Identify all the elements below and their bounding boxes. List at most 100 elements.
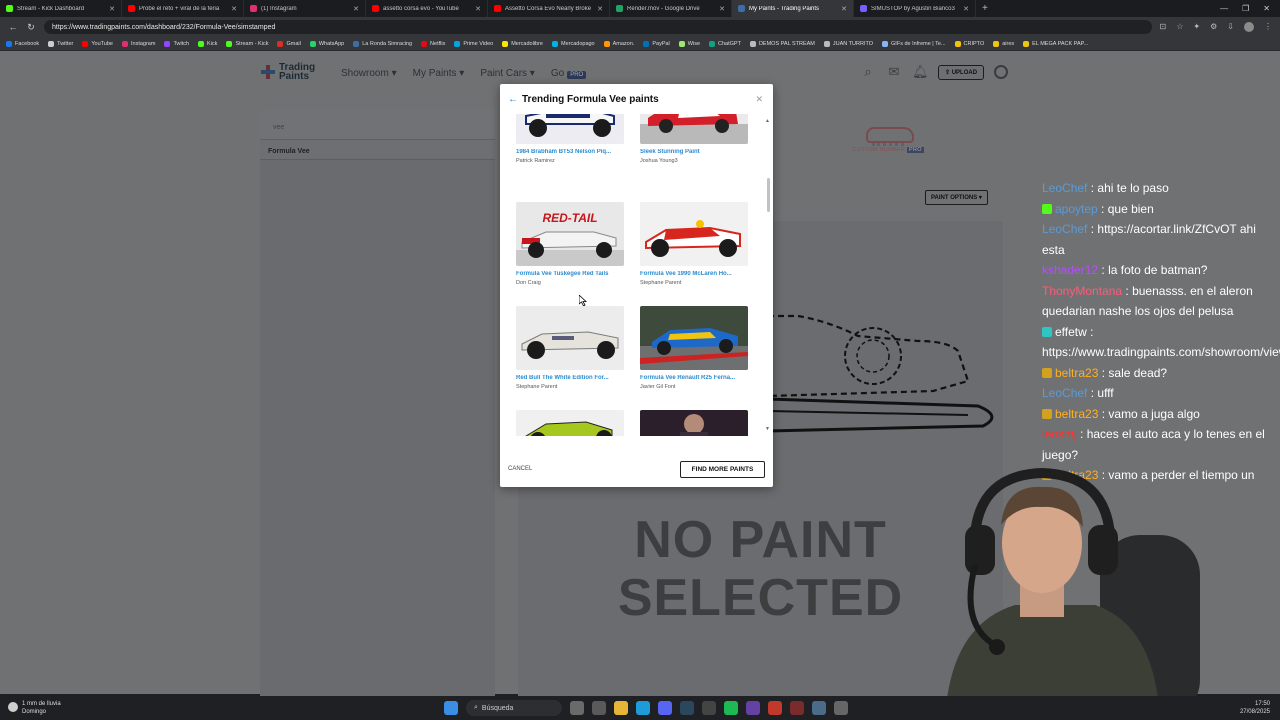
chat-username[interactable]: LeoChef (1042, 222, 1087, 236)
browser-tab-active[interactable]: My Paints - Trading Paints ✕ (732, 0, 854, 17)
trading-paints-logo[interactable]: Trading Paints (261, 63, 315, 82)
bookmark-item[interactable]: Twitch (164, 40, 189, 47)
chat-username[interactable]: ThonyMontana (1042, 284, 1122, 298)
bell-icon[interactable]: 🔔︎ (912, 64, 929, 80)
browser-tab[interactable]: Assetto Corsa Evo Nearly Broke ✕ (488, 0, 610, 17)
install-icon[interactable]: ⊡ (1160, 22, 1167, 32)
bookmark-item[interactable]: Mercadopago (551, 40, 595, 47)
taskbar-clock[interactable]: 17:50 27/08/2025 (1240, 700, 1270, 716)
nav-go[interactable]: Go PRO (551, 68, 587, 79)
app-icon[interactable] (702, 701, 716, 715)
paint-title[interactable]: 1984 Brabham BT53 Nelson Piq... (516, 149, 626, 155)
bookmark-item[interactable]: La Ronda Simracing (353, 40, 412, 47)
bookmark-item[interactable]: WhatsApp (309, 40, 344, 47)
bookmark-item[interactable]: CRIPTO (954, 40, 984, 47)
bookmark-item[interactable]: JUAN TURRITO (823, 40, 873, 47)
bookmark-item[interactable]: Wise (678, 40, 700, 47)
steam-icon[interactable] (680, 701, 694, 715)
bookmark-item[interactable]: Netflix (421, 40, 445, 47)
chat-username[interactable]: LeoChef (1042, 181, 1087, 195)
chat-username[interactable]: LeoChef (1042, 386, 1087, 400)
paint-card[interactable]: 1984 Brabham BT53 Nelson Piq... Patrick … (516, 114, 626, 178)
bookmark-item[interactable]: Mercadolibre (502, 40, 543, 47)
app-icon[interactable] (812, 701, 826, 715)
maximize-icon[interactable]: ❐ (1242, 4, 1249, 13)
bookmark-item[interactable]: Prime Video (454, 40, 493, 47)
chat-username[interactable]: kshader12 (1042, 263, 1098, 277)
browser-tab[interactable]: SIMUSTOP by Agustin Bianco3 ✕ (854, 0, 976, 17)
paint-options-button[interactable]: PAINT OPTIONS ▾ (925, 190, 988, 205)
app-icon[interactable] (746, 701, 760, 715)
paint-card[interactable] (640, 410, 750, 436)
find-more-paints-button[interactable]: FIND MORE PAINTS (680, 461, 765, 478)
chat-username[interactable]: beltra23 (1055, 366, 1098, 380)
bookmark-item[interactable]: Kick (198, 40, 217, 47)
close-tab-icon[interactable]: ✕ (719, 5, 725, 13)
spotify-icon[interactable] (724, 701, 738, 715)
bookmark-star-icon[interactable]: ☆ (1176, 22, 1183, 32)
widgets-icon[interactable] (570, 701, 584, 715)
paint-title[interactable]: Sleek Stunning Paint (640, 149, 750, 155)
bookmark-item[interactable]: ChatGPT (709, 40, 741, 47)
new-tab-icon[interactable]: + (976, 3, 994, 14)
custom-number-widget[interactable]: CUSTOM NUMBER PRO (846, 119, 930, 153)
back-icon[interactable]: ← (8, 22, 18, 32)
browser-tab[interactable]: Render.mov - Google Drive ✕ (610, 0, 732, 17)
close-tab-icon[interactable]: ✕ (475, 5, 481, 13)
car-list-item-formula-vee[interactable]: Formula Vee (260, 140, 495, 160)
nav-paint-cars[interactable]: Paint Cars ▾ (480, 68, 535, 79)
file-explorer-icon[interactable] (614, 701, 628, 715)
paint-card[interactable]: Red Bull The White Edition For... Stepha… (516, 306, 626, 404)
scrollbar-thumb[interactable] (767, 178, 770, 212)
bookmark-item[interactable]: Amazon. (603, 40, 634, 47)
paint-card[interactable]: Sleek Stunning Paint Joshua Young3 (640, 114, 750, 178)
windows-start-icon[interactable] (444, 701, 458, 715)
paint-title[interactable]: Formula Vee Tuskegee Red Tails (516, 271, 626, 277)
close-tab-icon[interactable]: ✕ (597, 5, 603, 13)
close-icon[interactable]: ✕ (755, 94, 763, 105)
scroll-up-icon[interactable]: ▲ (765, 118, 770, 124)
puzzle-icon[interactable]: ⚙ (1210, 22, 1217, 32)
settings-icon[interactable] (834, 701, 848, 715)
car-search-input[interactable]: vee (260, 110, 495, 140)
browser-tab[interactable]: assetto corsa evo - YouTube ✕ (366, 0, 488, 17)
paint-card[interactable]: RED-TAIL Formula Vee Tuskegee Red Tails … (516, 202, 626, 300)
upload-button[interactable]: ⇪ UPLOAD (938, 64, 985, 80)
minimize-icon[interactable]: — (1220, 4, 1228, 13)
browser-tab[interactable]: Probé el reto + viral de la feria ✕ (122, 0, 244, 17)
bookmark-item[interactable]: GIFs de Infreme | Te... (882, 40, 946, 47)
close-tab-icon[interactable]: ✕ (109, 5, 115, 13)
user-avatar[interactable] (994, 65, 1009, 79)
modal-scrollbar[interactable]: ▲ ▼ (765, 118, 771, 436)
paint-card[interactable]: Formula Vee Renault R25 Ferna... Javier … (640, 306, 750, 404)
bookmark-item[interactable]: Facebook (6, 40, 39, 47)
chat-username[interactable]: effetw (1055, 325, 1087, 339)
extension-icon[interactable]: ✦ (1193, 22, 1200, 32)
reload-icon[interactable]: ↻ (26, 22, 36, 33)
bookmark-item[interactable]: DEMOS PAL STREAM (749, 40, 815, 47)
url-input[interactable]: https://www.tradingpaints.com/dashboard/… (44, 20, 1152, 34)
browser-tab[interactable]: (1) Instagram ✕ (244, 0, 366, 17)
nav-showroom[interactable]: Showroom ▾ (341, 68, 397, 79)
menu-icon[interactable]: ⋮ (1264, 22, 1272, 32)
bookmark-item[interactable]: Stream - Kick (226, 40, 268, 47)
weather-widget[interactable]: 1 mm de lluvia Domingo (8, 700, 61, 716)
mail-icon[interactable]: ✉ (886, 64, 902, 80)
back-arrow-icon[interactable]: ← (508, 94, 518, 105)
bookmark-item[interactable]: aires (993, 40, 1014, 47)
nav-my-paints[interactable]: My Paints ▾ (413, 68, 465, 79)
paint-card[interactable]: Formula Vee 1990 McLaren Ho... Stephane … (640, 202, 750, 300)
edge-icon[interactable] (636, 701, 650, 715)
download-icon[interactable]: ⇩ (1227, 22, 1234, 32)
bookmark-item[interactable]: EL MEGA PACK PAP... (1023, 40, 1088, 47)
paint-title[interactable]: Formula Vee Renault R25 Ferna... (640, 375, 750, 381)
scroll-down-icon[interactable]: ▼ (765, 426, 770, 432)
close-tab-icon[interactable]: ✕ (231, 5, 237, 13)
paint-title[interactable]: Formula Vee 1990 McLaren Ho... (640, 271, 750, 277)
browser-tab[interactable]: Stream - Kick Dashboard ✕ (0, 0, 122, 17)
discord-icon[interactable] (658, 701, 672, 715)
cancel-button[interactable]: CANCEL (508, 466, 532, 472)
paint-title[interactable]: Red Bull The White Edition For... (516, 375, 626, 381)
taskbar-search[interactable]: ⌕ Búsqueda (466, 700, 562, 716)
paint-card[interactable] (516, 410, 626, 436)
